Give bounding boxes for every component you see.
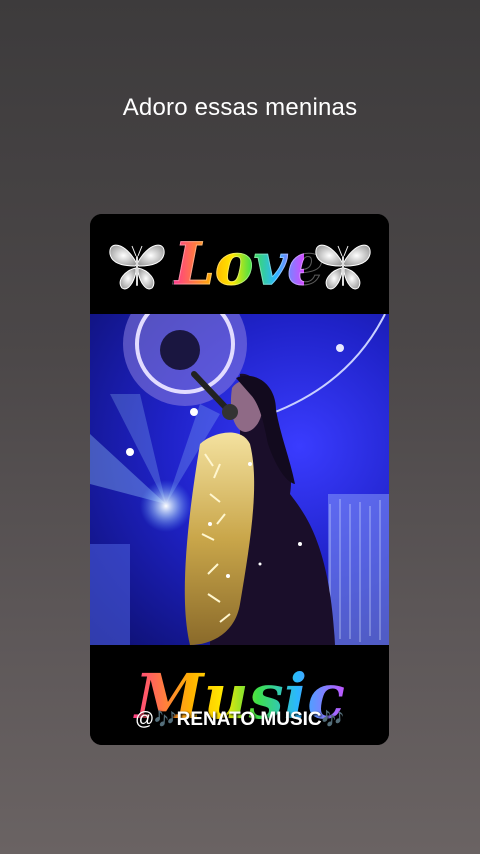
sticker-bottom-band: Music @🎶RENATO MUSIC🎶 (90, 645, 389, 745)
watermark-at-sign: @ (134, 709, 155, 730)
butterfly-icon (315, 244, 371, 290)
love-title: Love (174, 222, 325, 306)
story-caption: Adoro essas meninas (122, 94, 358, 121)
music-note-icon: 🎶 (154, 709, 177, 729)
creator-watermark[interactable]: @🎶RENATO MUSIC🎶 (90, 709, 389, 731)
sticker-top-band: Love (90, 214, 389, 314)
stage-scene (90, 314, 389, 645)
performance-video[interactable] (90, 314, 389, 645)
butterfly-icon (109, 244, 165, 290)
music-sticker-card[interactable]: Love Music @🎶RENATO MUSIC🎶 (90, 214, 389, 745)
watermark-name: RENATO MUSIC (176, 709, 322, 730)
music-note-icon: 🎶 (321, 709, 345, 729)
